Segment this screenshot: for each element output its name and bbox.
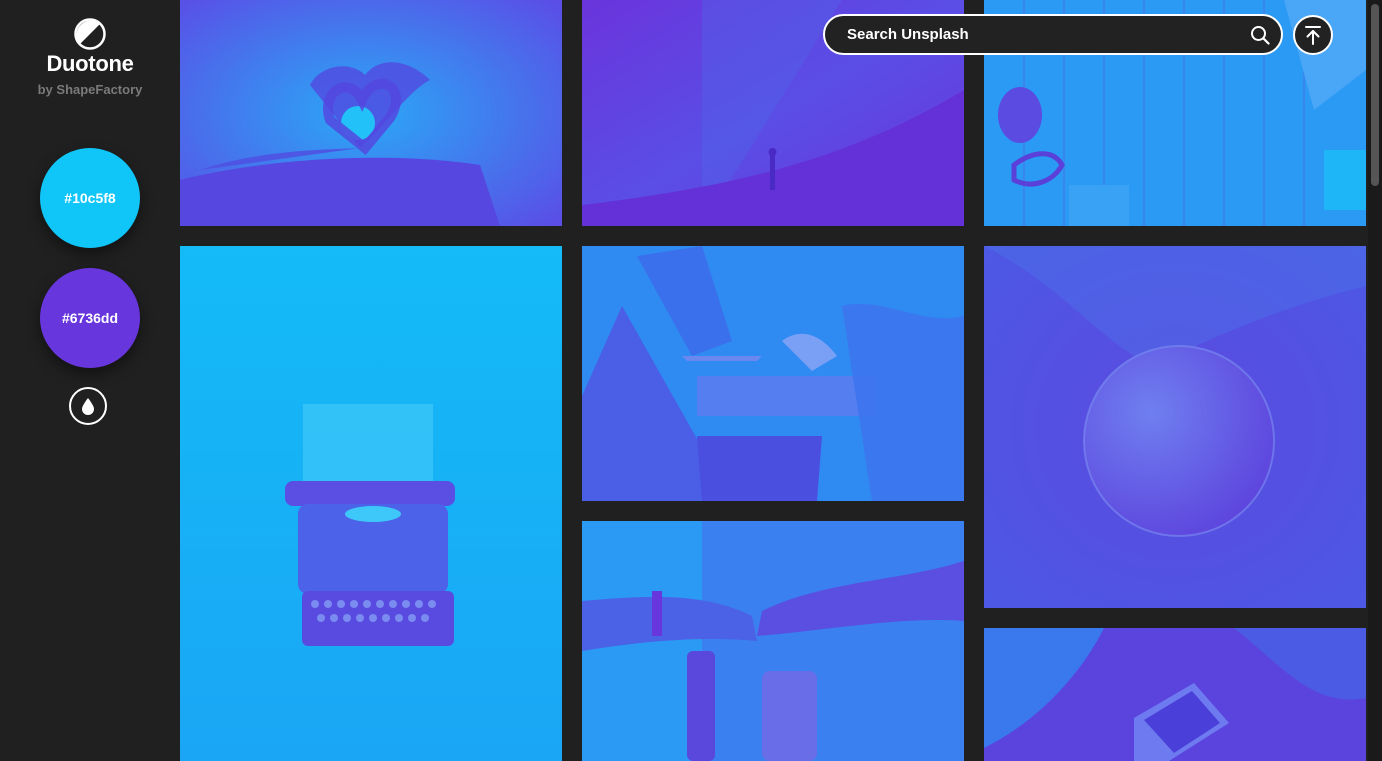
scrollbar-thumb[interactable] — [1371, 4, 1379, 186]
search-icon[interactable] — [1249, 24, 1271, 46]
highlight-color-label: #10c5f8 — [64, 190, 116, 206]
gallery-image-typewriter — [180, 246, 562, 761]
gallery-image-heart-hands — [180, 0, 562, 226]
app-title: Duotone — [46, 51, 134, 76]
app-subtitle: by ShapeFactory — [37, 82, 143, 97]
gallery-image-tablet — [984, 628, 1366, 761]
gallery-image[interactable] — [984, 628, 1366, 761]
search-input[interactable] — [845, 25, 1249, 44]
gallery-image[interactable] — [582, 521, 964, 761]
gallery-image[interactable] — [180, 0, 562, 226]
gallery-image[interactable] — [582, 246, 964, 501]
gallery-image[interactable] — [984, 246, 1366, 608]
shadow-color-label: #6736dd — [61, 310, 119, 326]
scrollbar[interactable] — [1368, 0, 1382, 761]
upload-icon — [1305, 26, 1321, 45]
upload-button[interactable] — [1293, 15, 1333, 55]
gallery-image-planet — [984, 246, 1366, 608]
half-circle-logo-icon — [74, 18, 106, 50]
sidebar: Duotone by ShapeFactory #10c5f8 #6736dd — [0, 0, 180, 761]
gallery-image[interactable] — [180, 246, 562, 761]
search-bar — [823, 14, 1283, 55]
color-preset-button[interactable] — [69, 387, 107, 425]
highlight-color-swatch[interactable]: #10c5f8 — [40, 148, 140, 248]
gallery-image-fist-bump — [582, 521, 964, 761]
water-drop-icon — [82, 398, 94, 415]
gallery-image-laptops-meeting — [582, 246, 964, 501]
shadow-color-swatch[interactable]: #6736dd — [40, 268, 140, 368]
